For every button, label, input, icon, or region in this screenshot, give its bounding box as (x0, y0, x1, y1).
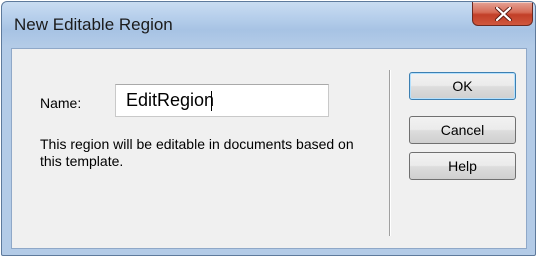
ok-button[interactable]: OK (409, 72, 516, 100)
name-input[interactable] (115, 84, 329, 117)
name-label: Name: (40, 95, 82, 111)
help-button[interactable]: Help (409, 152, 516, 180)
close-button[interactable] (472, 2, 533, 26)
text-cursor (211, 91, 212, 111)
dialog-window: New Editable Region Name: This region wi… (1, 1, 536, 256)
dialog-body: Name: This region will be editable in do… (11, 48, 527, 249)
close-icon (495, 7, 512, 21)
cancel-button[interactable]: Cancel (409, 116, 516, 144)
title-bar[interactable]: New Editable Region (2, 2, 535, 48)
window-title: New Editable Region (14, 15, 173, 34)
description-text: This region will be editable in document… (40, 136, 354, 169)
vertical-separator (389, 70, 390, 236)
